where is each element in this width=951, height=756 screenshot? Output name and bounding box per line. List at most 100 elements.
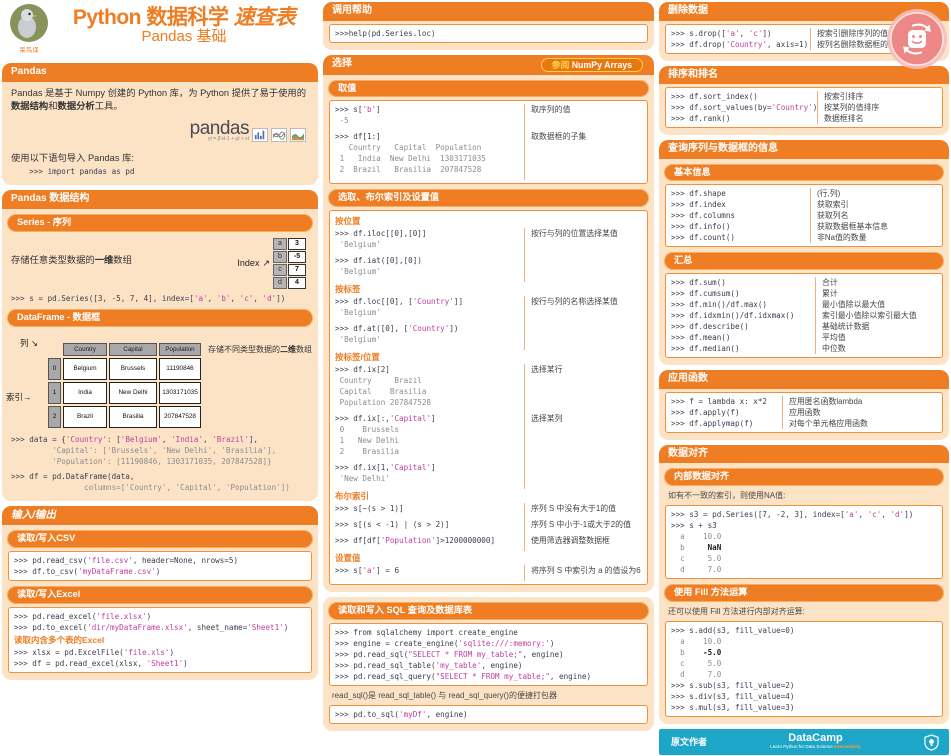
sorting-descs: 按索引排序 按某列的值排序 数据框排名 [817, 91, 937, 124]
series-code: >>> s = pd.Series([3, -5, 7, 4], index=[… [11, 293, 286, 303]
apply-descs: 应用匿名函数lambda 应用函数 对每个单元格应用函数 [782, 395, 937, 429]
masthead: 呆鸟译 Python 数据科学 速查表 Pandas 基础 [2, 2, 318, 58]
section-retrieving-info: 查询序列与数据框的信息 基本信息 >>> df.shape >>> df.ind… [659, 140, 949, 366]
section-header-pandas: Pandas [2, 63, 318, 82]
numpy-arrays-badge[interactable]: 参阅 NumPy Arrays [540, 57, 643, 72]
right-column: 删除数据 >>> s.drop(['a', 'c']) >>> df.drop(… [659, 2, 949, 756]
sql-write-box: >>> pd.to_sql('myDf', engine) [329, 705, 648, 725]
code-row: >>> df.ix[2] Country Brazil Capital Bras… [335, 364, 642, 414]
sql-code-box: >>> from sqlalchemy import create_engine… [329, 623, 648, 687]
help-code: >>>help(pd.Series.loc) [335, 28, 436, 38]
fill-methods-code: >>> s.add(s3, fill_value=0) a 10.0 b -5.… [671, 626, 795, 713]
sorting-code: >>> df.sort_index() >>> df.sort_values(b… [671, 92, 817, 123]
cheatsheet-page: 呆鸟译 Python 数据科学 速查表 Pandas 基础 Pandas Pan… [0, 0, 951, 756]
section-applying-functions: 应用函数 >>> f = lambda x: x*2 >>> df.apply(… [659, 370, 949, 440]
fill-methods-note: 还可以使用 Fill 方法进行内部对齐运算: [668, 607, 805, 617]
bar-chart-icon [252, 128, 268, 143]
excel-code-2: >>> xlsx = pd.ExcelFile('file.xls') >>> … [14, 647, 188, 668]
subsection-summary: 汇总 [664, 252, 944, 271]
group-label-setting: 设置值 [335, 553, 361, 564]
section-selection: 选择 参阅 NumPy Arrays 取值 >>> s['b'] -5 取序列的… [323, 54, 654, 593]
dataframe-diagram: 列 ↘ 存储不同类型数据的二维数组 索引→ Country Capital Po… [2, 329, 318, 432]
subsection-excel: 读取/写入Excel [7, 585, 313, 604]
title-block: Python 数据科学 速查表 Pandas 基础 [52, 4, 316, 58]
section-data-structures: Pandas 数据结构 Series - 序列 存储任意类型数据的一维数组 In… [2, 190, 318, 501]
section-header-retrieving-info: 查询序列与数据框的信息 [659, 140, 949, 159]
screenshot-tool-button[interactable] [886, 8, 948, 70]
sql-note: read_sql()是 read_sql_table() 与 read_sql_… [332, 691, 557, 701]
column-arrow-icon: ↘ [30, 337, 39, 348]
summary-box: >>> df.sum() >>> df.cumsum() >>> df.min(… [665, 273, 943, 359]
basic-info-code: >>> df.shape >>> df.index >>> df.columns… [671, 189, 736, 243]
group-label-by-position: 按位置 [335, 216, 361, 227]
basic-info-descs: (行,列) 获取索引 获取列名 获取数据框基本信息 非Na值的数量 [810, 188, 937, 244]
code-row: >>> s[(s < -1) | (s > 2)] 序列 S 中小于-1或大于2… [335, 519, 642, 536]
left-column: 呆鸟译 Python 数据科学 速查表 Pandas 基础 Pandas Pan… [2, 2, 318, 680]
code-row: >>> s['a'] = 6 将序列 S 中索引为 a 的值设为6 [335, 565, 642, 582]
subsection-sql: 读取和写入 SQL 查询及数据库表 [328, 602, 649, 621]
bird-avatar-icon [10, 4, 48, 42]
code-row: >>> df[1:] Country Capital Population 1 … [335, 131, 642, 181]
code-row: >>> df.ix[:,'Capital'] 0 Brussels 1 New … [335, 413, 642, 463]
apply-box: >>> f = lambda x: x*2 >>> df.apply(f) >>… [665, 391, 943, 433]
code-row: >>> df.at([0], ['Country']) 'Belgium' [335, 323, 642, 351]
import-label: 使用以下语句导入 Pandas 库: [11, 153, 134, 164]
csv-code-box: >>> pd.read_csv('file.csv', header=None,… [8, 550, 312, 581]
subsection-fill-methods: 使用 Fill 方法运算 [664, 584, 944, 603]
line-chart-icon [271, 128, 287, 143]
section-sql: 读取和写入 SQL 查询及数据库表 >>> from sqlalchemy im… [323, 597, 654, 732]
attribution-footer: 原文作者 DataCamp Learn Python for Data Scie… [659, 729, 949, 756]
subsection-csv: 读取/写入CSV [7, 529, 313, 548]
index-arrow-icon: ↗ [262, 257, 270, 268]
internal-alignment-box: >>> s3 = pd.Series([7, -2, 3], index=['a… [665, 505, 943, 580]
pandas-logo-text: pandas [189, 117, 250, 139]
section-sorting: 排序和排名 >>> df.sort_index() >>> df.sort_va… [659, 65, 949, 135]
getting-box: >>> s['b'] -5 取序列的值 >>> df[1:] Country C… [329, 100, 648, 185]
csv-code: >>> pd.read_csv('file.csv', header=None,… [14, 555, 239, 576]
translator-avatar: 呆鸟译 [6, 4, 52, 58]
subsection-dataframe: DataFrame - 数据框 [7, 308, 313, 327]
series-diagram-block: 存储任意类型数据的一维数组 Index ↗ a3 b -5 c7 d4 [2, 234, 318, 291]
internal-alignment-code: >>> s3 = pd.Series([7, -2, 3], index=['a… [671, 510, 914, 575]
pandas-logo: pandas yt = β'xt-1 + μt + εt [2, 117, 306, 143]
dataframe-data-code: >>> data = {'Country': ['Belgium', 'Indi… [11, 434, 277, 466]
section-header-data-alignment: 数据对齐 [659, 444, 949, 464]
code-row: >>> s['b'] -5 取序列的值 [335, 104, 642, 132]
smiley-rotate-icon [887, 9, 947, 69]
series-table: a3 b -5 c7 d4 [273, 237, 306, 289]
code-row: >>> df.ix[1,'Capital'] 'New Delhi' [335, 462, 642, 490]
code-row: >>> df.iat([0],[0]) 'Belgium' [335, 255, 642, 283]
code-row: >>> s[~(s > 1)] 序列 S 中没有大于1的值 [335, 503, 642, 520]
summary-descs: 合计 累计 最小值除以最大值 索引最小值除以索引最大值 基础统计数据 平均值 中… [815, 277, 937, 355]
dataframe-table: Country Capital Population 0 Belgium Bru… [48, 342, 201, 428]
apply-code: >>> f = lambda x: x*2 >>> df.apply(f) >>… [671, 396, 768, 428]
index-arrow-icon: → [23, 391, 32, 402]
excel-code-1: >>> pd.read_excel('file.xlsx') >>> pd.to… [14, 611, 289, 632]
section-header-io: 输入/输出 [2, 505, 318, 525]
series-description: 存储任意类型数据的一维数组 [11, 254, 132, 265]
import-code: >>> import pandas as pd [11, 167, 135, 177]
group-label-by-label-position: 按标签/位置 [335, 352, 380, 363]
series-index-label: Index [237, 258, 260, 269]
dataframe-description: 存储不同类型数据的二维数组 [208, 344, 312, 354]
subsection-internal-alignment: 内部数据对齐 [664, 468, 944, 487]
subsection-getting: 取值 [328, 79, 649, 98]
pandas-description: Pandas 是基于 Numpy 创建的 Python 库，为 Python 提… [11, 87, 306, 111]
summary-code: >>> df.sum() >>> df.cumsum() >>> df.min(… [671, 278, 795, 354]
code-row: >>> df[df['Population']>1200000000] 使用筛选… [335, 535, 642, 552]
brand-block: DataCamp Learn Python for Data Science I… [715, 733, 916, 750]
code-row: >>> df.loc[[0], ['Country']] 'Belgium' 按… [335, 296, 642, 324]
middle-column: 调用帮助 >>>help(pd.Series.loc) 选择 参阅 NumPy … [323, 2, 654, 732]
internal-alignment-note: 如有不一致的索引，则使用NA值: [668, 491, 786, 501]
dataframe-index-label: 索引→ [6, 391, 32, 402]
area-chart-icon [290, 128, 306, 143]
dataframe-constructor-code: >>> df = pd.DataFrame(data, columns=['Co… [11, 471, 290, 492]
subsection-basic-info: 基本信息 [664, 163, 944, 182]
section-pandas: Pandas Pandas 是基于 Numpy 创建的 Python 库，为 P… [2, 63, 318, 186]
page-subtitle: Pandas 基础 [141, 28, 227, 45]
dropping-code: >>> s.drop(['a', 'c']) >>> df.drop('Coun… [671, 28, 809, 49]
section-data-alignment: 数据对齐 内部数据对齐 如有不一致的索引，则使用NA值: >>> s3 = pd… [659, 444, 949, 725]
section-header-applying-functions: 应用函数 [659, 370, 949, 389]
sql-code: >>> from sqlalchemy import create_engine… [335, 628, 592, 682]
original-author-label: 原文作者 [671, 737, 708, 748]
